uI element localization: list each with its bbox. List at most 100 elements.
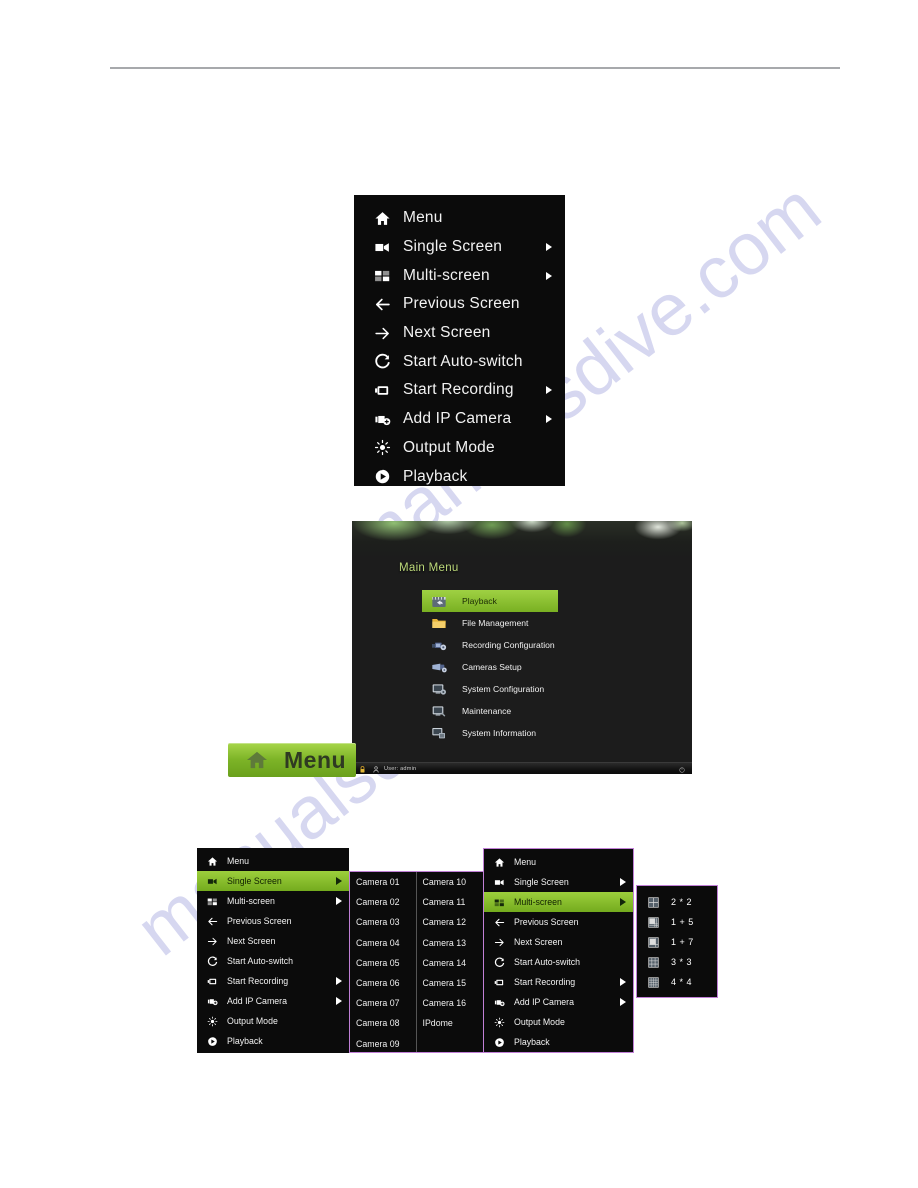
menu-item-single-screen[interactable]: Single Screen [197,871,349,891]
menu-item-label: Start Recording [227,976,289,986]
menu-item-start-auto-switch[interactable]: Start Auto-switch [197,951,349,971]
menu-item-add-ip-camera[interactable]: Add IP Camera [484,992,633,1012]
main-menu-item-maintenance[interactable]: Maintenance [422,700,627,722]
main-menu-item-playback[interactable]: Playback [422,590,558,612]
camera-column-right[interactable]: Camera 10 Camera 11 Camera 12 Camera 13 Came… [417,872,484,1052]
record-icon [369,382,395,399]
layout-option-2x2[interactable]: 2 * 2 [637,892,717,912]
menu-item-output-mode[interactable]: Output Mode [355,434,564,463]
menu-item-label: Single Screen [227,876,282,886]
multi-screen-icon [369,267,395,284]
main-menu-item-file-management[interactable]: File Management [422,612,627,634]
context-menu-large[interactable]: Menu Single Screen Multi-screen Previous Sc… [355,196,564,485]
layout-option-4x4[interactable]: 4 * 4 [637,972,717,992]
main-menu-item-recording-configuration[interactable]: Recording Configuration [422,634,627,656]
menu-item-previous-screen[interactable]: Previous Screen [484,912,633,932]
menu-item-label: Playback [227,1036,263,1046]
menu-item-add-ip-camera[interactable]: Add IP Camera [355,405,564,434]
menu-item-playback[interactable]: Playback [484,1032,633,1052]
multiscreen-layout-submenu[interactable]: 2 * 2 1 + 5 1 + 7 3 * 3 4 * 4 [636,885,718,998]
menu-item-start-auto-switch[interactable]: Start Auto-switch [484,952,633,972]
menu-item-previous-screen[interactable]: Previous Screen [355,290,564,319]
home-icon [369,210,395,227]
menu-item-playback[interactable]: Playback [355,462,564,491]
menu-item-single-screen[interactable]: Single Screen [355,233,564,262]
menu-item-label: Menu [514,857,537,867]
context-menu-bottom-right[interactable]: Menu Single Screen Multi-screen Previous Sc… [483,848,634,1053]
camera-list-item[interactable]: Camera 11 [417,892,484,912]
camera-column-left[interactable]: Camera 01 Camera 02 Camera 03 Camera 04 Came… [350,872,417,1052]
camera-list-item[interactable]: Camera 09 [350,1034,416,1054]
camera-list-item[interactable]: IPdome [417,1013,484,1033]
camera-list-item[interactable]: Camera 08 [350,1013,416,1033]
menu-item-next-screen[interactable]: Next Screen [484,932,633,952]
system-config-icon [428,681,450,697]
layout-option-label: 1 + 7 [671,937,694,947]
power-icon[interactable] [679,760,685,775]
camera-list-item[interactable]: Camera 07 [350,993,416,1013]
camera-list-panel[interactable]: Camera 01 Camera 02 Camera 03 Camera 04 Came… [349,871,484,1053]
main-menu-item-label: System Information [462,728,537,738]
camera-list-item[interactable]: Camera 13 [417,933,484,953]
camera-list-item[interactable]: Camera 02 [350,892,416,912]
playback-icon [205,1035,220,1047]
menu-item-multi-screen[interactable]: Multi-screen [484,892,633,912]
menu-item-next-screen[interactable]: Next Screen [355,319,564,348]
menu-item-playback[interactable]: Playback [197,1031,349,1051]
context-menu-bottom-left[interactable]: Menu Single Screen Multi-screen Previous Sc… [197,848,349,1053]
camera-list-item[interactable]: Camera 05 [350,953,416,973]
main-menu-item-cameras-setup[interactable]: Cameras Setup [422,656,627,678]
camera-list-item[interactable]: Camera 01 [350,872,416,892]
maintenance-icon [428,703,450,719]
camera-list-item[interactable]: Camera 16 [417,993,484,1013]
menu-item-start-recording[interactable]: Start Recording [355,376,564,405]
camera-list-item[interactable]: Camera 14 [417,953,484,973]
chevron-right-icon [620,978,626,986]
menu-item-menu[interactable]: Menu [197,851,349,871]
menu-item-menu[interactable]: Menu [355,204,564,233]
main-menu-item-system-information[interactable]: System Information [422,722,627,744]
camera-list-item[interactable]: Camera 15 [417,973,484,993]
menu-button[interactable]: Menu [228,743,356,777]
menu-item-label: Start Auto-switch [227,956,294,966]
menu-item-start-recording[interactable]: Start Recording [197,971,349,991]
single-screen-icon [492,877,507,888]
menu-item-multi-screen[interactable]: Multi-screen [197,891,349,911]
menu-item-output-mode[interactable]: Output Mode [197,1011,349,1031]
camera-list-item[interactable]: Camera 03 [350,912,416,932]
main-menu-item-label: Playback [462,596,497,606]
layout-option-3x3[interactable]: 3 * 3 [637,952,717,972]
layout-option-label: 1 + 5 [671,917,694,927]
layout-option-1plus7[interactable]: 1 + 7 [637,932,717,952]
layout-option-1plus5[interactable]: 1 + 5 [637,912,717,932]
menu-item-label: Start Auto-switch [514,957,581,967]
menu-item-label: Multi-screen [514,897,562,907]
menu-item-menu[interactable]: Menu [484,852,633,872]
camera-list-item[interactable]: Camera 10 [417,872,484,892]
camera-list-item[interactable]: Camera 06 [350,973,416,993]
menu-item-next-screen[interactable]: Next Screen [197,931,349,951]
chevron-right-icon [336,897,342,905]
record-icon [492,977,507,988]
menu-item-add-ip-camera[interactable]: Add IP Camera [197,991,349,1011]
menu-item-label: Next Screen [514,937,563,947]
user-icon [373,760,379,775]
main-menu-item-system-configuration[interactable]: System Configuration [422,678,627,700]
menu-item-label: Multi-screen [227,896,275,906]
header-divider [110,67,840,69]
camera-setup-icon [428,659,450,675]
camera-list-item[interactable]: Camera 04 [350,933,416,953]
camera-list-item[interactable]: Camera 12 [417,912,484,932]
menu-item-previous-screen[interactable]: Previous Screen [197,911,349,931]
menu-item-start-recording[interactable]: Start Recording [484,972,633,992]
menu-item-output-mode[interactable]: Output Mode [484,1012,633,1032]
main-menu-list[interactable]: Playback File Management Recording Configu… [422,590,627,744]
menu-item-single-screen[interactable]: Single Screen [484,872,633,892]
menu-item-multi-screen[interactable]: Multi-screen [355,261,564,290]
menu-item-label: Multi-screen [403,266,490,284]
main-menu-window[interactable]: Main Menu Playback File Management Recordi… [352,521,692,774]
playback-clapper-icon [428,593,450,609]
menu-item-label: Single Screen [514,877,569,887]
menu-item-start-auto-switch[interactable]: Start Auto-switch [355,347,564,376]
layout-option-label: 2 * 2 [671,897,693,907]
